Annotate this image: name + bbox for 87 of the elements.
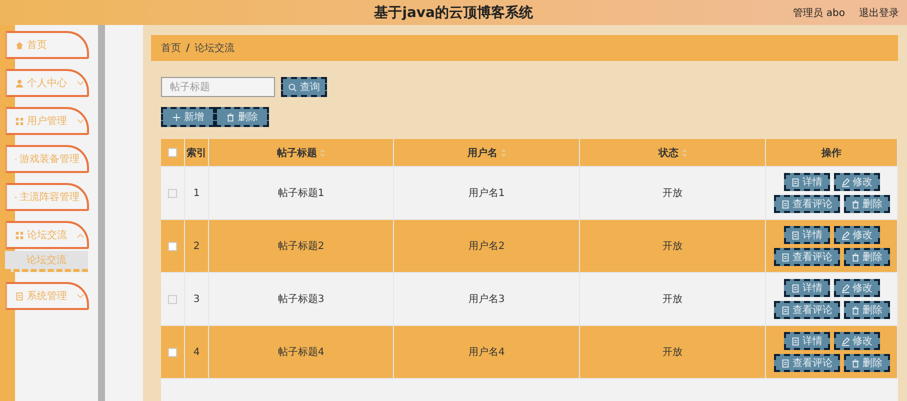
sidebar-item[interactable]: 论坛交流 <box>5 221 89 249</box>
document-icon <box>15 292 24 300</box>
table-cell-text: 帖子标题1 <box>278 186 324 200</box>
table-cell-text: 用户名2 <box>468 240 505 253</box>
table-cell-text: 开放 <box>662 240 682 253</box>
breadcrumb-separator: / <box>186 42 190 54</box>
document-icon <box>790 230 800 240</box>
action-button[interactable]: 查看评论 <box>774 248 840 266</box>
pencil-icon <box>840 178 850 186</box>
action-button[interactable]: 删除 <box>844 248 890 266</box>
table-cell: 4 <box>193 346 200 358</box>
action-button[interactable]: 修改 <box>834 226 880 244</box>
select-all-checkbox[interactable] <box>168 148 177 157</box>
toolbar-button[interactable]: 删除 <box>215 107 269 127</box>
action-button[interactable]: 查看评论 <box>774 354 840 372</box>
action-button[interactable]: 删除 <box>844 195 890 213</box>
action-button[interactable]: 查看评论 <box>774 195 840 213</box>
table-cell-text: 开放 <box>662 346 682 359</box>
trash-icon <box>850 200 860 208</box>
action-button[interactable]: 修改 <box>834 173 880 191</box>
table-cell-text: 帖子标题2 <box>278 240 324 253</box>
sidebar-item[interactable]: 个人中心 <box>5 69 89 97</box>
toolbar-button[interactable]: 新增 <box>161 107 215 127</box>
grid-icon <box>15 116 24 126</box>
table-cell-text: 用户名1 <box>468 186 505 200</box>
table-cell: 2 <box>193 240 200 252</box>
document-icon <box>790 284 800 292</box>
scrollbar[interactable] <box>98 25 105 401</box>
sidebar-item[interactable]: 首页 <box>5 31 89 59</box>
column-header[interactable]: 帖子标题 <box>277 146 317 160</box>
row-checkbox[interactable] <box>168 188 177 198</box>
logout-link[interactable]: 退出登录 <box>859 6 899 20</box>
action-button[interactable]: 详情 <box>784 226 830 244</box>
column-header[interactable]: 索引 <box>186 146 206 160</box>
action-button[interactable]: 修改 <box>834 279 880 297</box>
sort-icon[interactable] <box>500 148 506 156</box>
sidebar-item[interactable]: 系统管理 <box>5 282 89 310</box>
sidebar-item[interactable]: 主流阵容管理 <box>5 183 89 211</box>
table-cell-text: 用户名3 <box>468 292 505 306</box>
plus-icon <box>172 112 181 122</box>
breadcrumb-link[interactable]: 首页 <box>161 41 181 55</box>
table-cell-text: 开放 <box>662 187 682 200</box>
action-button[interactable]: 删除 <box>844 354 890 372</box>
table-cell-text: 用户名4 <box>468 346 505 359</box>
row-checkbox[interactable] <box>168 242 177 250</box>
trash-icon <box>226 112 235 122</box>
table-cell-text: 开放 <box>662 293 682 306</box>
trash-icon <box>850 306 860 314</box>
document-icon <box>790 336 800 346</box>
sidebar-item[interactable]: 游戏装备管理 <box>5 145 89 173</box>
table-cell-text: 帖子标题3 <box>278 292 324 306</box>
sidebar-item[interactable]: 用户管理 <box>5 107 89 135</box>
action-button[interactable]: 修改 <box>834 332 880 350</box>
action-button[interactable]: 详情 <box>784 279 830 297</box>
search-button[interactable]: 查询 <box>281 77 327 97</box>
action-button[interactable]: 查看评论 <box>774 301 840 319</box>
action-button[interactable]: 删除 <box>844 301 890 319</box>
row-checkbox[interactable] <box>168 348 177 356</box>
app-title: 基于java的云顶博客系统 <box>373 4 534 22</box>
pencil-icon <box>840 284 850 292</box>
trash-icon <box>850 252 860 262</box>
document-icon <box>780 252 790 262</box>
search-icon <box>288 82 297 92</box>
home-icon <box>15 40 24 50</box>
search-field[interactable]: 帖子标题 <box>161 77 275 97</box>
document-icon <box>780 306 790 314</box>
user-label: 管理员 abo <box>793 6 845 20</box>
document-icon <box>780 358 790 368</box>
pencil-icon <box>840 230 850 240</box>
table-cell-text: 帖子标题4 <box>278 346 324 359</box>
action-button[interactable]: 详情 <box>784 332 830 350</box>
row-checkbox[interactable] <box>168 294 177 304</box>
document-icon <box>790 178 800 186</box>
table-cell: 1 <box>193 188 200 198</box>
trash-icon <box>850 358 860 368</box>
document-icon <box>780 200 790 208</box>
user-icon <box>15 78 24 88</box>
sort-icon[interactable] <box>682 148 686 156</box>
pencil-icon <box>840 336 850 346</box>
grid-icon <box>15 230 24 240</box>
action-button[interactable]: 详情 <box>784 173 830 191</box>
column-header[interactable]: 用户名 <box>468 146 498 160</box>
table-cell: 3 <box>193 294 200 304</box>
column-header[interactable]: 操作 <box>822 146 842 160</box>
sort-icon[interactable] <box>320 148 325 156</box>
column-header[interactable]: 状态 <box>658 146 678 160</box>
breadcrumb-link[interactable]: 论坛交流 <box>194 41 235 55</box>
